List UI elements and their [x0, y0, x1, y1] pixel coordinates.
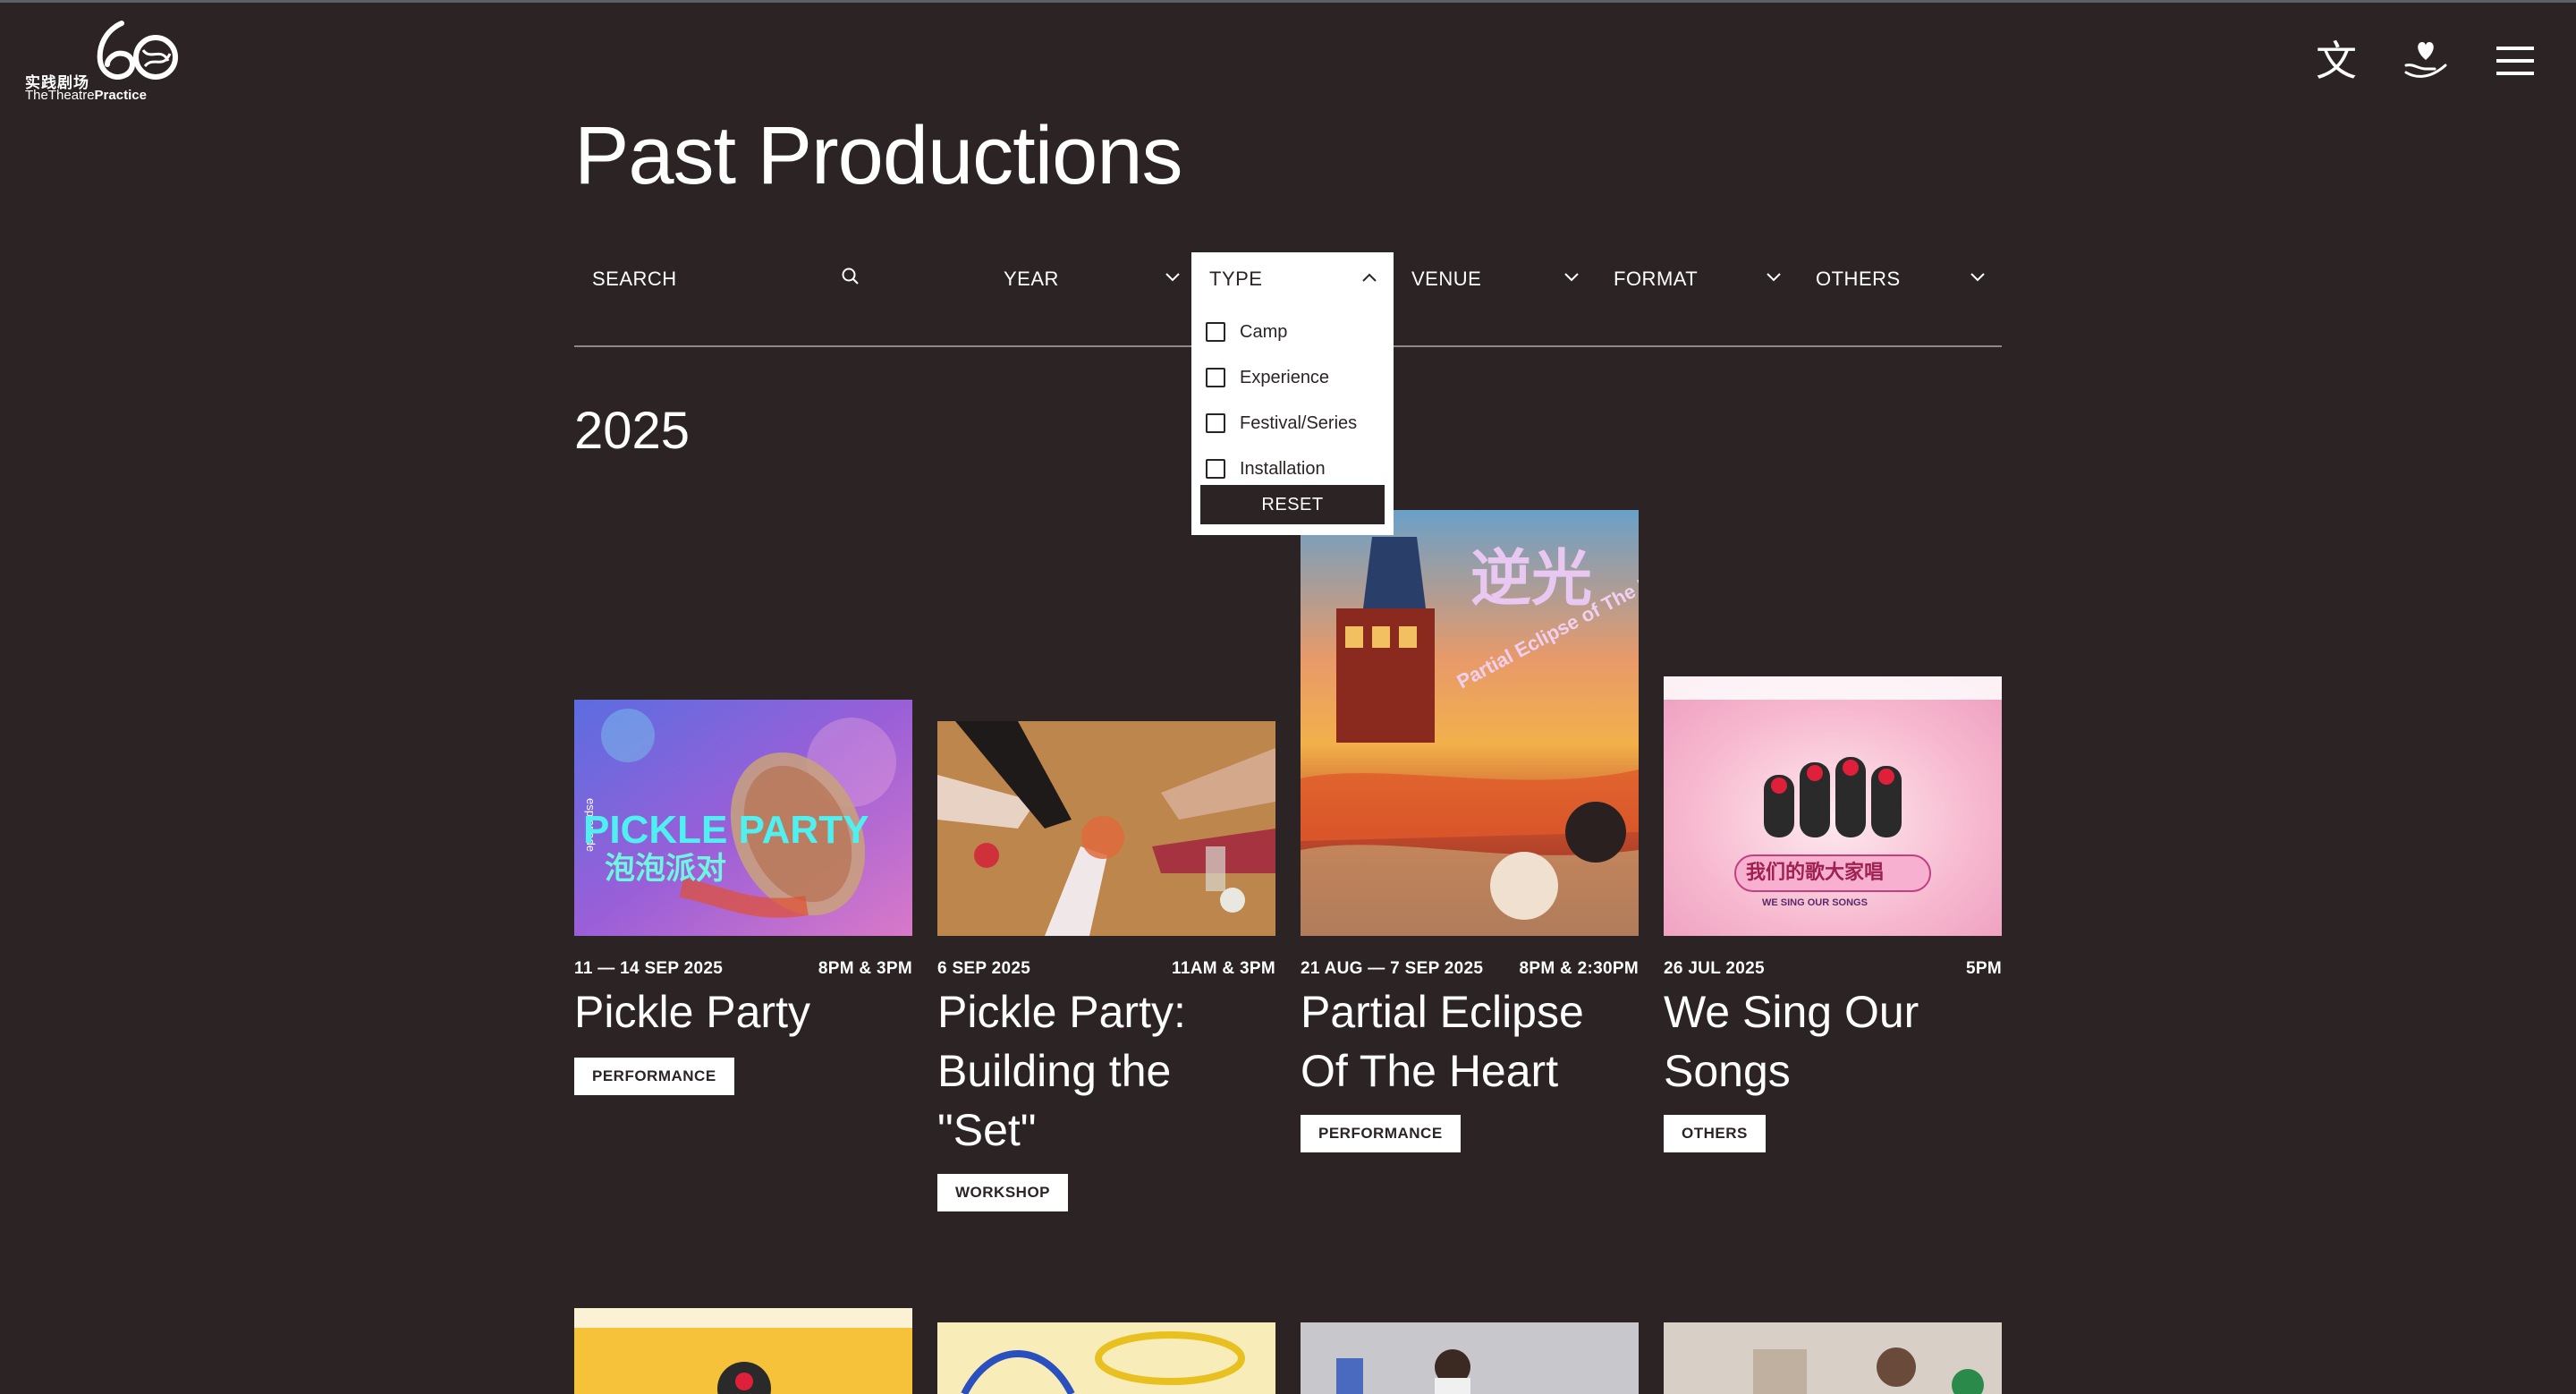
- svg-text:PICKLE PARTY: PICKLE PARTY: [583, 808, 869, 852]
- card-title[interactable]: Partial Eclipse Of The Heart: [1301, 982, 1639, 1101]
- hamburger-icon: [2496, 47, 2534, 75]
- year-filter[interactable]: YEAR: [982, 252, 1197, 306]
- card-date: 11 — 14 SEP 2025: [574, 959, 724, 978]
- card-tag[interactable]: PERFORMANCE: [1301, 1115, 1461, 1152]
- chevron-up-icon: [1362, 273, 1377, 282]
- logo-english-text: TheTheatrePractice: [25, 88, 147, 103]
- production-image[interactable]: [574, 1308, 912, 1394]
- card-tag[interactable]: OTHERS: [1664, 1115, 1766, 1152]
- card-meta: 26 JUL 2025 5PM: [1664, 959, 2002, 979]
- venue-filter[interactable]: VENUE: [1394, 252, 1596, 306]
- type-filter[interactable]: TYPE: [1191, 252, 1394, 306]
- type-option-installation[interactable]: Installation: [1206, 455, 1326, 482]
- production-image[interactable]: 逆光 Partial Eclipse of The Heart: [1301, 510, 1639, 936]
- workshop-photo: [937, 721, 1275, 936]
- others-filter[interactable]: OTHERS: [1798, 252, 2002, 306]
- bottom-poster-2: [937, 1322, 1275, 1394]
- page-title: Past Productions: [574, 110, 1182, 201]
- option-label: Camp: [1240, 321, 1288, 342]
- svg-text:WE SING OUR SONGS: WE SING OUR SONGS: [1762, 897, 1868, 908]
- others-filter-label: OTHERS: [1816, 268, 1901, 290]
- chevron-down-icon: [1165, 273, 1180, 282]
- year-heading: 2025: [574, 402, 691, 460]
- card-meta: 21 AUG — 7 SEP 2025 8PM & 2:30PM: [1301, 959, 1639, 979]
- search-icon[interactable]: [841, 267, 860, 286]
- header-actions: 文: [2313, 38, 2538, 84]
- bottom-photo-3: [1301, 1322, 1639, 1394]
- card-title[interactable]: Pickle Party: Building the "Set": [937, 982, 1275, 1160]
- card-date: 26 JUL 2025: [1664, 959, 1765, 978]
- production-image[interactable]: esplanade PICKLE PARTY 泡泡派对: [574, 700, 912, 936]
- format-filter[interactable]: FORMAT: [1596, 252, 1798, 306]
- svg-text:逆光: 逆光: [1470, 544, 1592, 615]
- production-image[interactable]: [937, 1322, 1275, 1394]
- card-meta: 11 — 14 SEP 2025 8PM & 3PM: [574, 959, 912, 979]
- bottom-photo-4: [1664, 1322, 2002, 1394]
- venue-filter-label: VENUE: [1411, 268, 1482, 290]
- svg-text:我们的歌大家唱: 我们的歌大家唱: [1746, 861, 1884, 884]
- checkbox[interactable]: [1206, 322, 1225, 342]
- card-time: 5PM: [1966, 959, 2002, 978]
- card-tag[interactable]: WORKSHOP: [937, 1174, 1068, 1211]
- chevron-down-icon: [1564, 273, 1579, 282]
- production-image[interactable]: [1664, 1322, 2002, 1394]
- reset-button[interactable]: RESET: [1200, 485, 1385, 524]
- type-dropdown: Camp Experience Festival/Series Installa…: [1191, 306, 1394, 535]
- language-icon: 文: [2316, 37, 2357, 85]
- type-option-festival-series[interactable]: Festival/Series: [1206, 410, 1357, 437]
- option-label: Installation: [1240, 458, 1326, 479]
- search-label: SEARCH: [592, 268, 677, 290]
- type-filter-label: TYPE: [1209, 268, 1263, 290]
- card-time: 8PM & 2:30PM: [1519, 959, 1639, 978]
- pickle-party-poster: esplanade PICKLE PARTY 泡泡派对: [574, 700, 912, 936]
- site-logo[interactable]: 实践剧场 TheTheatrePractice: [25, 20, 178, 106]
- menu-button[interactable]: [2492, 38, 2538, 84]
- heart-hand-icon: [2404, 42, 2447, 78]
- card-title[interactable]: Pickle Party: [574, 982, 912, 1041]
- checkbox[interactable]: [1206, 368, 1225, 387]
- checkbox[interactable]: [1206, 459, 1225, 479]
- search-input[interactable]: SEARCH: [574, 252, 860, 306]
- card-meta: 6 SEP 2025 11AM & 3PM: [937, 959, 1275, 979]
- card-title[interactable]: We Sing Our Songs: [1664, 982, 2002, 1101]
- we-sing-poster: 我们的歌大家唱 WE SING OUR SONGS: [1664, 676, 2002, 936]
- logo-60-mark: [97, 21, 178, 80]
- card-date: 21 AUG — 7 SEP 2025: [1301, 959, 1484, 978]
- svg-text:泡泡派对: 泡泡派对: [605, 851, 726, 887]
- format-filter-label: FORMAT: [1614, 268, 1699, 290]
- logo-english-light: TheTheatre: [25, 88, 95, 103]
- year-filter-label: YEAR: [1004, 268, 1059, 290]
- card-date: 6 SEP 2025: [937, 959, 1031, 978]
- type-option-experience[interactable]: Experience: [1206, 364, 1329, 391]
- bottom-poster-1: [574, 1308, 912, 1394]
- donate-button[interactable]: [2402, 38, 2449, 84]
- option-label: Experience: [1240, 367, 1330, 387]
- card-tag[interactable]: PERFORMANCE: [574, 1058, 734, 1095]
- production-image[interactable]: [937, 721, 1275, 936]
- partial-eclipse-poster: 逆光 Partial Eclipse of The Heart: [1301, 510, 1639, 936]
- option-label: Festival/Series: [1240, 412, 1358, 433]
- production-image[interactable]: [1301, 1322, 1639, 1394]
- logo-english-bold: Practice: [94, 88, 147, 103]
- card-time: 8PM & 3PM: [818, 959, 912, 978]
- card-time: 11AM & 3PM: [1172, 959, 1275, 978]
- chevron-down-icon: [1767, 273, 1781, 282]
- production-image[interactable]: 我们的歌大家唱 WE SING OUR SONGS: [1664, 676, 2002, 936]
- language-toggle-button[interactable]: 文: [2313, 38, 2360, 84]
- top-border: [0, 0, 2576, 3]
- type-option-camp[interactable]: Camp: [1206, 319, 1287, 345]
- checkbox[interactable]: [1206, 413, 1225, 433]
- chevron-down-icon: [1970, 273, 1985, 282]
